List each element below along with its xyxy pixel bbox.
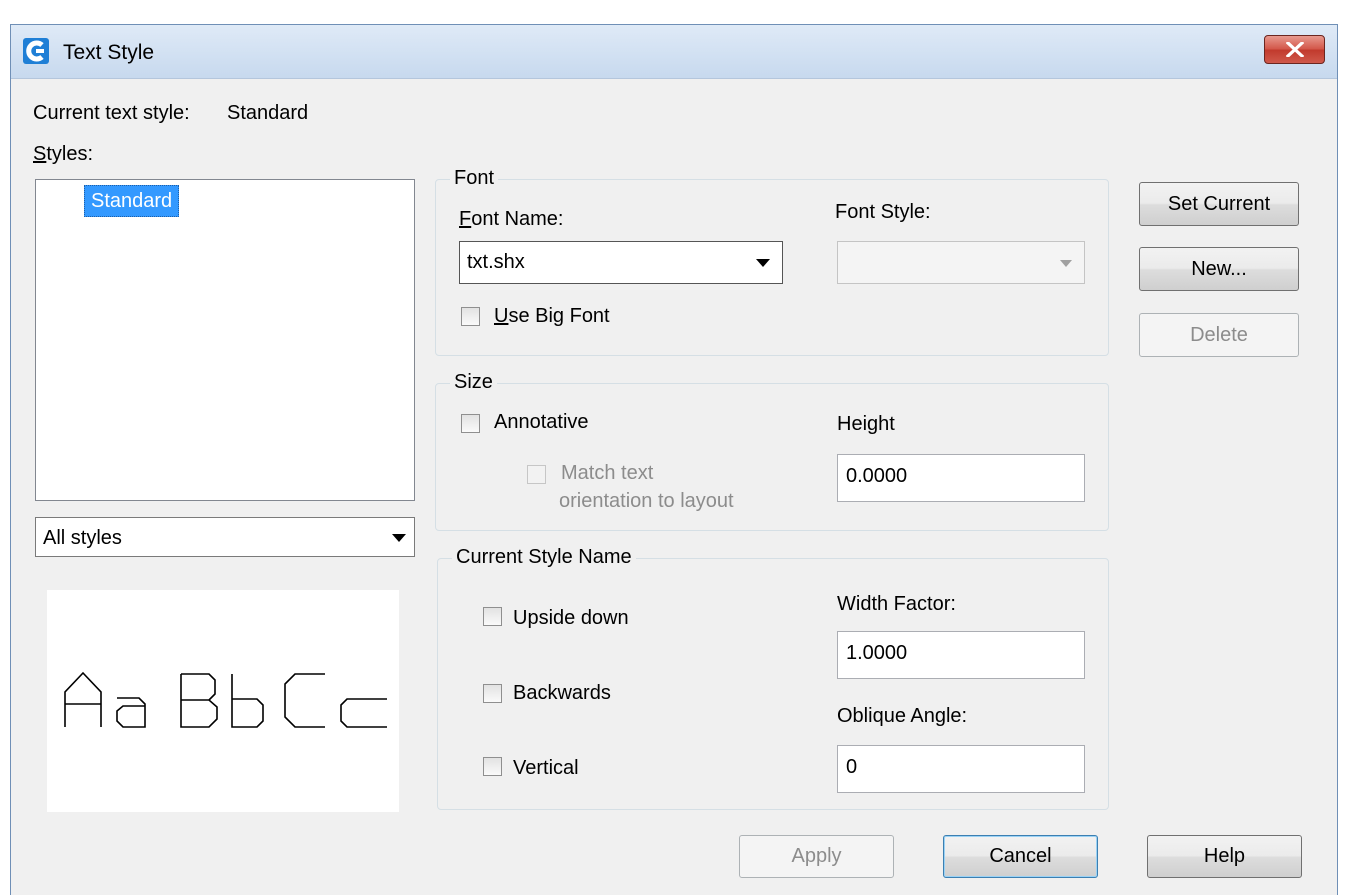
styles-label: Styles: <box>33 143 94 165</box>
upside-down-checkbox[interactable] <box>483 607 502 626</box>
height-label: Height <box>837 413 895 435</box>
styles-filter-dropdown[interactable]: All styles <box>35 517 415 557</box>
font-name-dropdown[interactable]: txt.shx <box>459 241 783 284</box>
oblique-angle-value: 0 <box>846 756 858 778</box>
use-big-font-label: Use Big Font <box>494 305 610 327</box>
height-input[interactable]: 0.0000 <box>837 454 1085 502</box>
effects-group-title: Current Style Name <box>452 546 636 569</box>
app-logo-icon <box>23 38 49 64</box>
width-factor-label: Width Factor: <box>837 593 956 615</box>
vertical-checkbox[interactable] <box>483 757 502 776</box>
oblique-angle-input[interactable]: 0 <box>837 745 1085 793</box>
styles-list[interactable]: Standard <box>35 179 415 501</box>
current-style-value: Standard <box>227 102 309 124</box>
match-orientation-checkbox[interactable] <box>527 465 546 484</box>
title-bar[interactable]: Text Style <box>11 25 1337 79</box>
match-orientation-label-line1: Match text <box>561 462 654 484</box>
chevron-down-icon <box>1060 260 1072 267</box>
oblique-angle-label: Oblique Angle: <box>837 705 968 727</box>
apply-button[interactable]: Apply <box>739 835 894 878</box>
text-style-dialog: Text Style Current text style: Standard … <box>10 24 1338 895</box>
delete-style-button[interactable]: Delete <box>1139 313 1299 357</box>
backwards-checkbox[interactable] <box>483 684 502 703</box>
chevron-down-icon <box>392 534 406 542</box>
close-icon <box>1286 42 1304 57</box>
current-style-label: Current text style: <box>33 102 190 124</box>
width-factor-input[interactable]: 1.0000 <box>837 631 1085 679</box>
upside-down-label: Upside down <box>513 607 629 629</box>
styles-label-text: tyles: <box>46 143 94 165</box>
preview-glyphs <box>64 671 387 728</box>
window-title: Text Style <box>63 41 155 64</box>
font-name-label-text: ont Name: <box>471 208 564 230</box>
font-preview <box>47 590 399 812</box>
font-name-label: Font Name: <box>459 208 564 230</box>
width-factor-value: 1.0000 <box>846 642 908 664</box>
use-big-font-label-text: se Big Font <box>508 305 610 327</box>
font-name-value: txt.shx <box>467 251 525 273</box>
cancel-button[interactable]: Cancel <box>943 835 1098 878</box>
font-style-dropdown[interactable] <box>837 241 1085 284</box>
vertical-label: Vertical <box>513 757 579 779</box>
annotative-checkbox[interactable] <box>461 414 480 433</box>
height-value: 0.0000 <box>846 465 908 487</box>
font-group-title: Font <box>450 167 499 190</box>
size-group-title: Size <box>450 371 497 394</box>
chevron-down-icon <box>756 259 770 267</box>
match-orientation-label-line2: orientation to layout <box>559 490 734 512</box>
styles-filter-value: All styles <box>43 527 122 549</box>
style-item-standard[interactable]: Standard <box>84 185 180 217</box>
font-style-label: Font Style: <box>835 201 931 223</box>
use-big-font-checkbox[interactable] <box>461 307 480 326</box>
new-style-button[interactable]: New... <box>1139 247 1299 291</box>
help-button[interactable]: Help <box>1147 835 1302 878</box>
close-button[interactable] <box>1264 35 1325 64</box>
set-current-button[interactable]: Set Current <box>1139 182 1299 226</box>
backwards-label: Backwards <box>513 682 611 704</box>
annotative-label: Annotative <box>494 411 589 433</box>
